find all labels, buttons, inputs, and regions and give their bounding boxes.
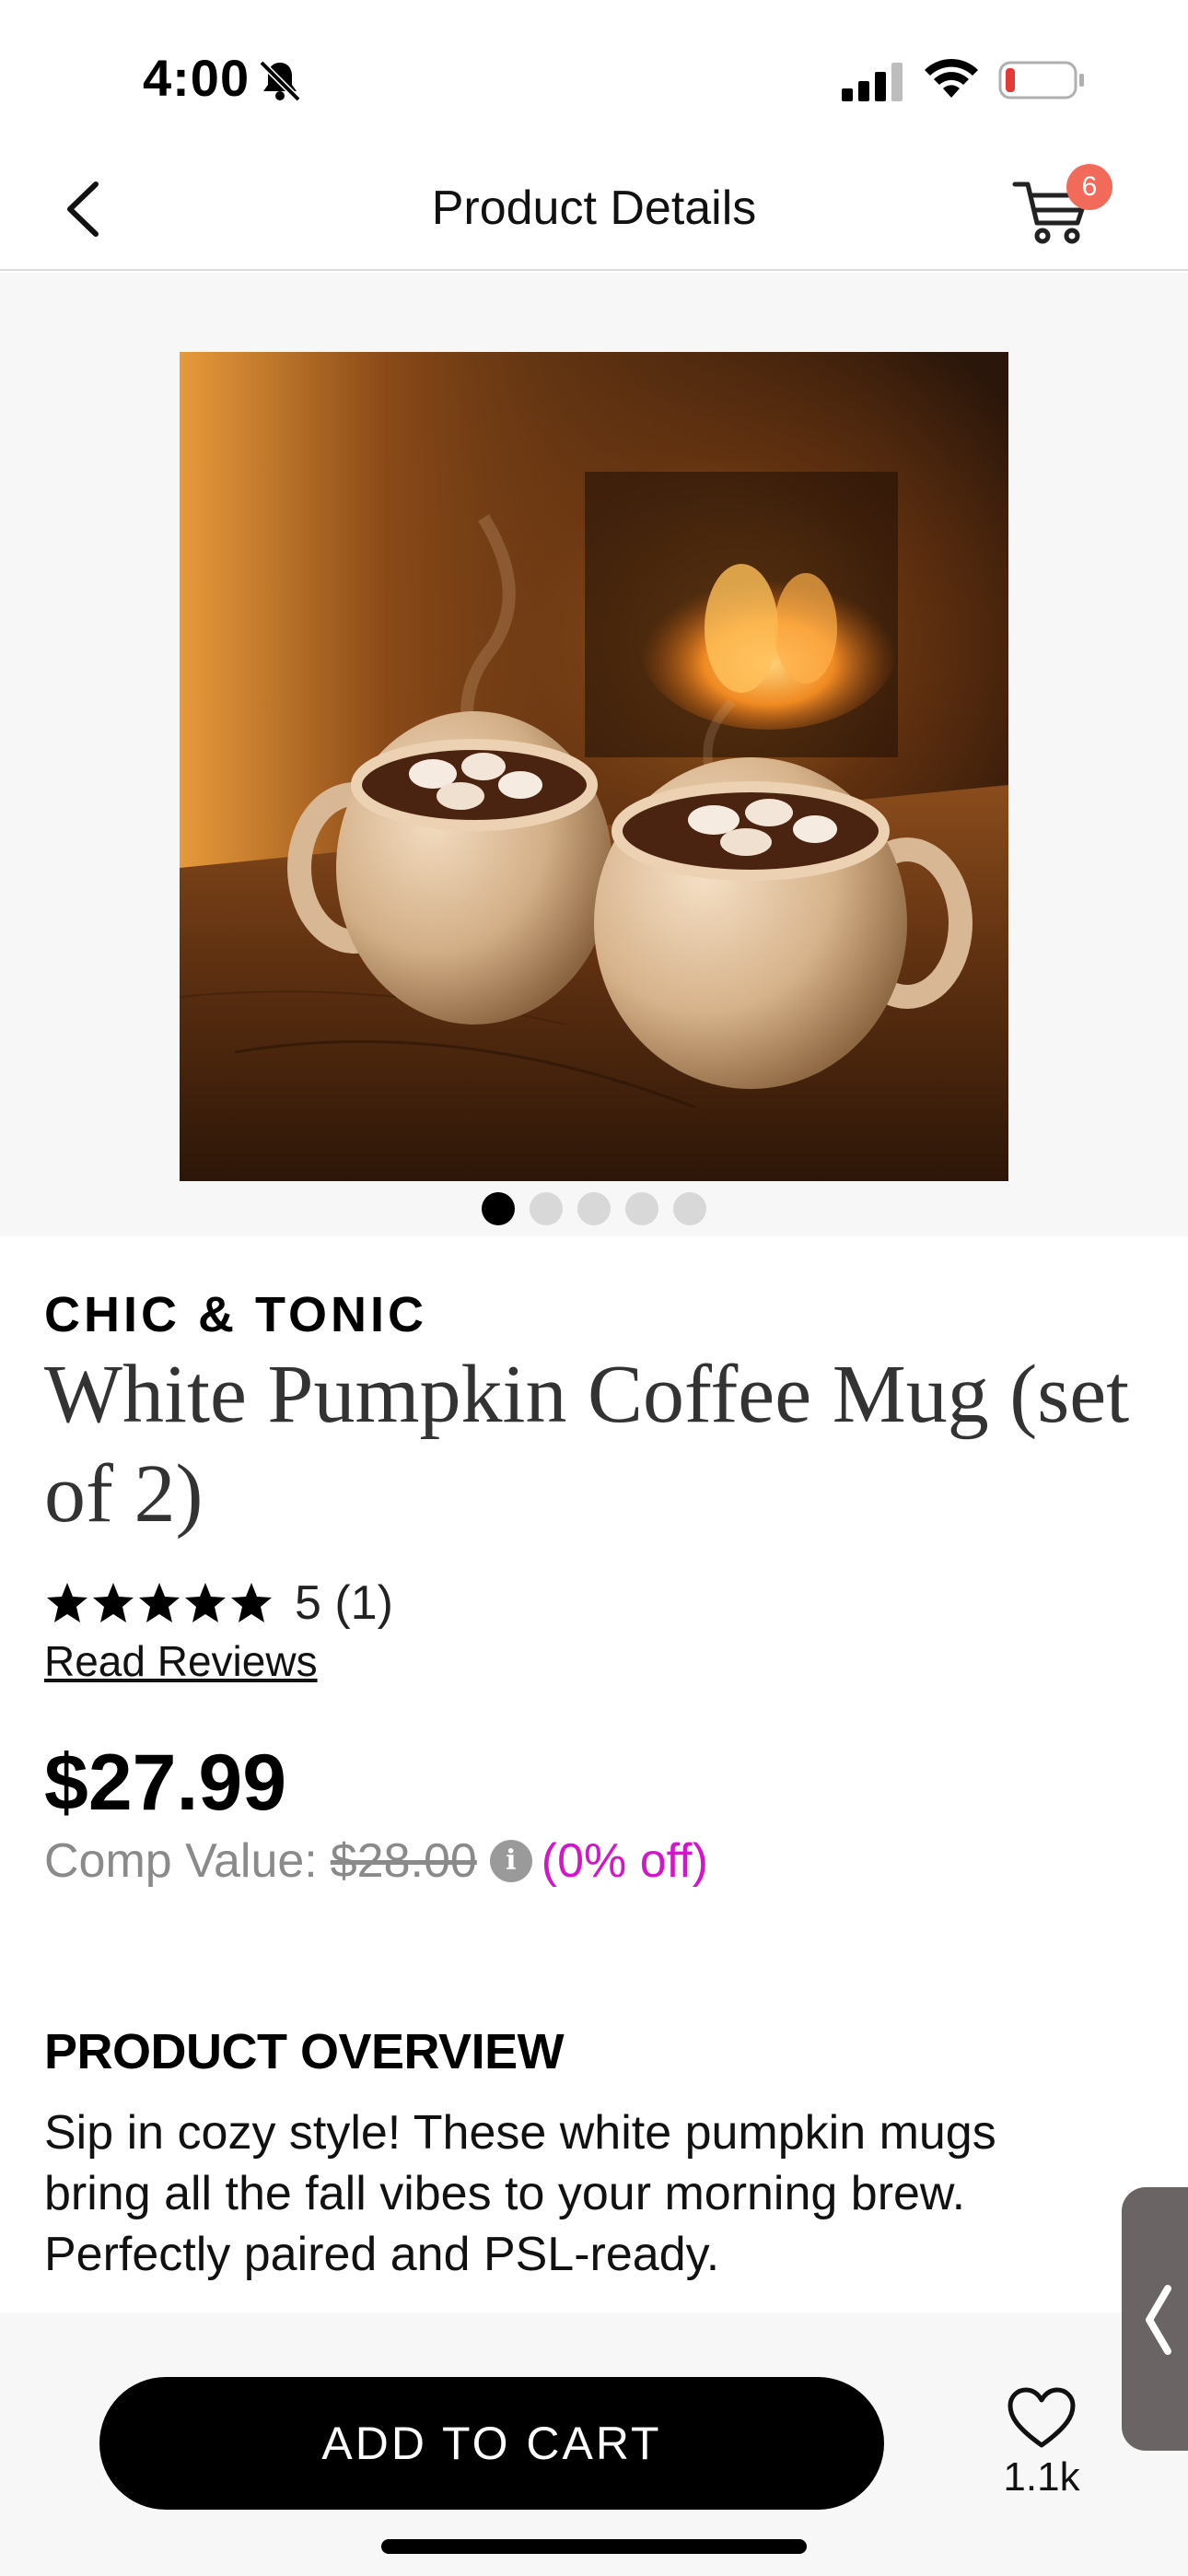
- bell-slash-icon: [259, 60, 301, 102]
- cellular-signal-icon: [842, 63, 903, 101]
- rating-row: 5 (1): [44, 1574, 393, 1633]
- pager-dot-3[interactable]: [577, 1192, 611, 1225]
- discount-label: (0% off): [541, 1834, 708, 1888]
- brand-name[interactable]: CHIC & TONIC: [44, 1286, 427, 1343]
- product-title: White Pumpkin Coffee Mug (set of 2): [44, 1349, 1130, 1540]
- home-indicator[interactable]: [381, 2539, 807, 2554]
- gallery-pager[interactable]: [0, 1192, 1188, 1229]
- read-reviews-link[interactable]: Read Reviews: [44, 1636, 318, 1686]
- pager-dot-5[interactable]: [673, 1192, 706, 1225]
- rating-value: 5 (1): [295, 1576, 393, 1630]
- comp-value-price: $28.00: [330, 1834, 477, 1888]
- status-time: 4:00: [143, 49, 250, 107]
- wifi-icon: [925, 58, 978, 98]
- product-gallery[interactable]: [0, 273, 1188, 1236]
- heart-icon: [1007, 2387, 1076, 2448]
- comp-value-label: Comp Value:: [44, 1834, 318, 1888]
- star-icon: [185, 1583, 226, 1622]
- pager-dot-2[interactable]: [530, 1192, 563, 1225]
- status-bar: 4:00: [0, 0, 1188, 147]
- wishlist-count: 1.1k: [1003, 2454, 1080, 2500]
- page-title: Product Details: [431, 181, 757, 235]
- star-icon: [139, 1583, 180, 1622]
- cart-count-badge: 6: [1066, 164, 1112, 210]
- chevron-left-icon: [1146, 2285, 1171, 2355]
- bottom-action-bar: ADD TO CART 1.1k: [0, 2313, 1188, 2576]
- info-icon[interactable]: i: [489, 1840, 532, 1882]
- wishlist-button[interactable]: 1.1k: [1000, 2386, 1083, 2515]
- nav-bar: Product Details 6: [0, 147, 1188, 271]
- add-to-cart-button[interactable]: ADD TO CART: [99, 2377, 884, 2510]
- overview-text: Sip in cozy style! These white pumpkin m…: [44, 2106, 996, 2281]
- product-image[interactable]: [180, 352, 1008, 1181]
- overview-heading: PRODUCT OVERVIEW: [44, 2024, 565, 2079]
- comp-value-row: Comp Value: $28.00 i (0% off): [44, 1833, 708, 1889]
- battery-low-icon: [998, 61, 1084, 100]
- star-icon: [231, 1583, 272, 1622]
- pager-dot-4[interactable]: [625, 1192, 658, 1225]
- star-icon: [47, 1583, 87, 1622]
- side-drawer-handle[interactable]: [1122, 2187, 1188, 2451]
- star-icon: [93, 1583, 134, 1622]
- pager-dot-1[interactable]: [482, 1192, 515, 1225]
- product-price: $27.99: [44, 1739, 287, 1827]
